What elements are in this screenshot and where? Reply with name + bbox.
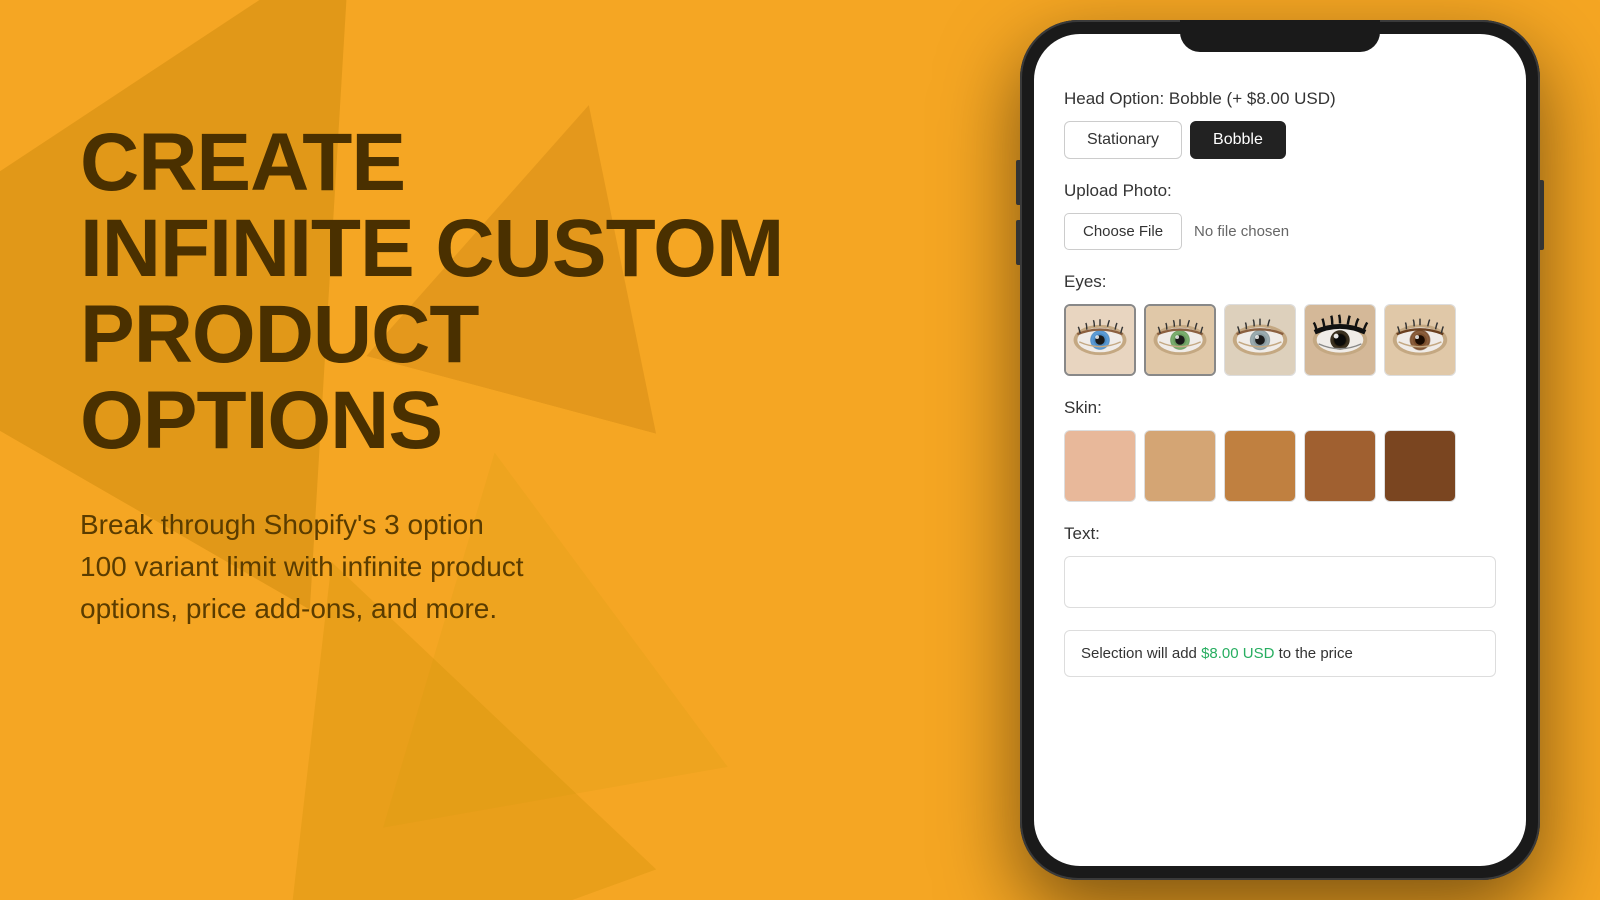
no-file-text: No file chosen <box>1194 223 1289 240</box>
head-option-row: Stationary Bobble <box>1064 121 1496 159</box>
phone-side-button <box>1540 180 1544 250</box>
eyes-swatches-row <box>1064 304 1496 376</box>
skin-section: Skin: <box>1064 398 1496 502</box>
skin-swatches-row <box>1064 430 1496 502</box>
head-option-section: Head Option: Bobble (+ $8.00 USD) Statio… <box>1064 89 1496 159</box>
skin-swatch-3[interactable] <box>1224 430 1296 502</box>
stationary-button[interactable]: Stationary <box>1064 121 1182 159</box>
eye-swatch-green[interactable] <box>1144 304 1216 376</box>
phone-container: Head Option: Bobble (+ $8.00 USD) Statio… <box>1020 20 1540 880</box>
choose-file-button[interactable]: Choose File <box>1064 213 1182 250</box>
head-option-label: Head Option: Bobble (+ $8.00 USD) <box>1064 89 1496 109</box>
price-notice: Selection will add $8.00 USD to the pric… <box>1064 630 1496 677</box>
text-input[interactable] <box>1064 556 1496 608</box>
file-upload-row: Choose File No file chosen <box>1064 213 1496 250</box>
skin-swatch-4[interactable] <box>1304 430 1376 502</box>
screen-content: Head Option: Bobble (+ $8.00 USD) Statio… <box>1034 34 1526 866</box>
main-headline: CREATE INFINITE CUSTOM PRODUCT OPTIONS <box>80 120 800 464</box>
skin-swatch-2[interactable] <box>1144 430 1216 502</box>
headline-line3: PRODUCT OPTIONS <box>80 289 478 466</box>
skin-label: Skin: <box>1064 398 1496 418</box>
upload-photo-label: Upload Photo: <box>1064 181 1496 201</box>
phone-vol-down <box>1016 220 1020 265</box>
phone-outer: Head Option: Bobble (+ $8.00 USD) Statio… <box>1020 20 1540 880</box>
price-notice-suffix: to the price <box>1274 645 1352 662</box>
bobble-button[interactable]: Bobble <box>1190 121 1286 159</box>
eye-swatch-brown[interactable] <box>1384 304 1456 376</box>
skin-swatch-5[interactable] <box>1384 430 1456 502</box>
headline-line1: CREATE <box>80 117 405 208</box>
price-notice-amount: $8.00 USD <box>1201 645 1274 662</box>
sub-text: Break through Shopify's 3 option100 vari… <box>80 504 760 630</box>
headline-line2: INFINITE CUSTOM <box>80 203 783 294</box>
eye-swatch-blue[interactable] <box>1064 304 1136 376</box>
upload-photo-section: Upload Photo: Choose File No file chosen <box>1064 181 1496 250</box>
phone-notch <box>1180 20 1380 52</box>
text-label: Text: <box>1064 524 1496 544</box>
eyes-section: Eyes: <box>1064 272 1496 376</box>
phone-vol-up <box>1016 160 1020 205</box>
left-content: CREATE INFINITE CUSTOM PRODUCT OPTIONS B… <box>80 120 800 630</box>
text-section: Text: <box>1064 524 1496 608</box>
eye-swatch-dark[interactable] <box>1304 304 1376 376</box>
eye-swatch-grey[interactable] <box>1224 304 1296 376</box>
eyes-label: Eyes: <box>1064 272 1496 292</box>
phone-screen: Head Option: Bobble (+ $8.00 USD) Statio… <box>1034 34 1526 866</box>
skin-swatch-1[interactable] <box>1064 430 1136 502</box>
price-notice-prefix: Selection will add <box>1081 645 1201 662</box>
